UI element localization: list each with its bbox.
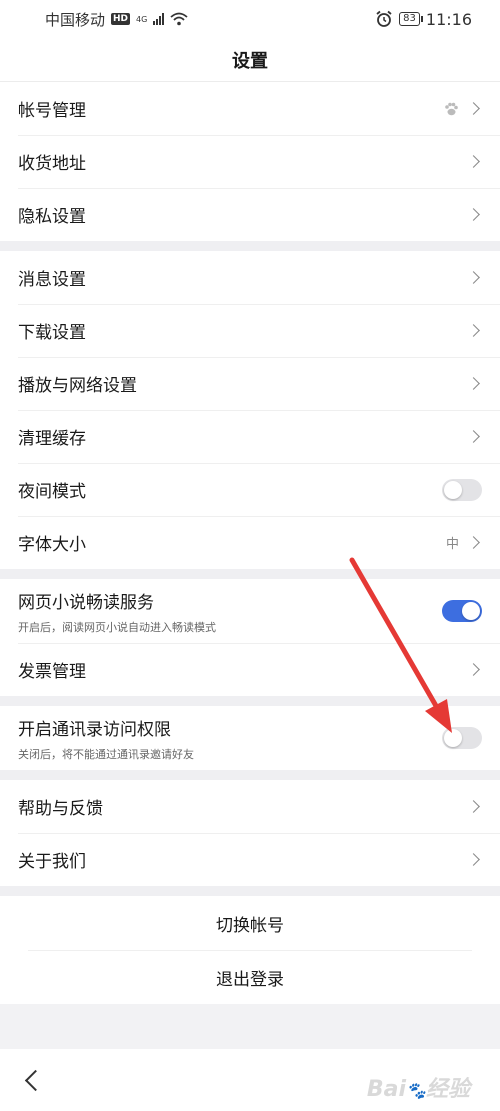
about-us-label: 关于我们 [18,852,86,872]
watermark-logo: Bai🐾经验 [366,1077,470,1102]
carrier-label: 中国移动 [45,10,106,29]
clear-cache-item[interactable]: 清理缓存 [0,410,500,463]
section-divider [0,241,500,251]
settings-group-contacts: 开启通讯录访问权限 关闭后，将不能通过通讯录邀请好友 [0,706,500,770]
settings-group-reading: 网页小说畅读服务 开启后，阅读网页小说自动进入畅读模式 发票管理 [0,579,500,696]
chevron-right-icon [467,102,480,115]
back-icon[interactable] [24,1069,47,1091]
chevron-right-icon [467,324,480,337]
baidu-paw-icon [445,102,458,115]
section-divider [0,770,500,780]
font-size-item[interactable]: 字体大小 中 [0,516,500,569]
network-type: 4G [136,14,148,24]
novel-reading-description: 开启后，阅读网页小说自动进入畅读模式 [18,620,216,634]
page-title: 设置 [0,38,500,82]
chevron-right-icon [467,800,480,813]
settings-group-account: 帐号管理 收货地址 隐私设置 [0,82,500,241]
alarm-icon [376,10,392,27]
download-settings-item[interactable]: 下载设置 [0,304,500,357]
chevron-right-icon [467,155,480,168]
chevron-right-icon [467,271,480,284]
chevron-right-icon [467,208,480,221]
contacts-permission-label: 开启通讯录访问权限 [18,719,171,740]
shipping-address-label: 收货地址 [18,154,86,174]
hd-icon: HD [111,13,131,25]
night-mode-toggle[interactable] [442,478,482,501]
account-management-item[interactable]: 帐号管理 [0,82,500,135]
font-size-value: 中 [445,537,459,552]
invoice-management-label: 发票管理 [18,662,86,682]
section-divider [0,696,500,706]
clock: 11:16 [425,9,472,29]
settings-group-general: 消息设置 下载设置 播放与网络设置 清理缓存 夜间模式 字体大小 中 [0,251,500,569]
clear-cache-label: 清理缓存 [18,429,86,449]
chevron-right-icon [467,536,480,549]
logout-button[interactable]: 退出登录 [0,950,500,1004]
signal-icon [153,13,165,25]
novel-reading-label: 网页小说畅读服务 [18,592,154,613]
status-bar: 中国移动 HD 4G 83 11:16 [0,0,500,38]
account-actions: 切换帐号 退出登录 [0,896,500,1004]
message-settings-label: 消息设置 [18,270,86,290]
about-us-item[interactable]: 关于我们 [0,833,500,886]
chevron-right-icon [467,853,480,866]
download-settings-label: 下载设置 [18,323,86,343]
message-settings-item[interactable]: 消息设置 [0,251,500,304]
bottom-navigation-bar: Bai🐾经验 [0,1049,500,1111]
font-size-label: 字体大小 [18,535,86,555]
privacy-settings-item[interactable]: 隐私设置 [0,188,500,241]
help-feedback-label: 帮助与反馈 [18,799,103,819]
help-feedback-item[interactable]: 帮助与反馈 [0,780,500,833]
battery-icon: 83 [399,12,423,26]
novel-reading-toggle[interactable] [442,600,482,622]
wifi-icon [170,12,188,26]
contacts-permission-description: 关闭后，将不能通过通讯录邀请好友 [18,747,194,761]
section-divider [0,886,500,896]
chevron-right-icon [467,430,480,443]
night-mode-label: 夜间模式 [18,482,86,502]
section-divider [0,569,500,579]
night-mode-item: 夜间模式 [0,463,500,516]
switch-account-button[interactable]: 切换帐号 [0,896,500,950]
playback-network-item[interactable]: 播放与网络设置 [0,357,500,410]
playback-network-label: 播放与网络设置 [18,376,137,396]
novel-reading-item: 网页小说畅读服务 开启后，阅读网页小说自动进入畅读模式 [0,579,500,643]
invoice-management-item[interactable]: 发票管理 [0,643,500,696]
settings-group-support: 帮助与反馈 关于我们 [0,780,500,886]
chevron-right-icon [467,377,480,390]
contacts-permission-item: 开启通讯录访问权限 关闭后，将不能通过通讯录邀请好友 [0,706,500,770]
account-management-label: 帐号管理 [18,101,86,121]
privacy-settings-label: 隐私设置 [18,207,86,227]
chevron-right-icon [467,663,480,676]
shipping-address-item[interactable]: 收货地址 [0,135,500,188]
contacts-permission-toggle[interactable] [442,727,482,749]
